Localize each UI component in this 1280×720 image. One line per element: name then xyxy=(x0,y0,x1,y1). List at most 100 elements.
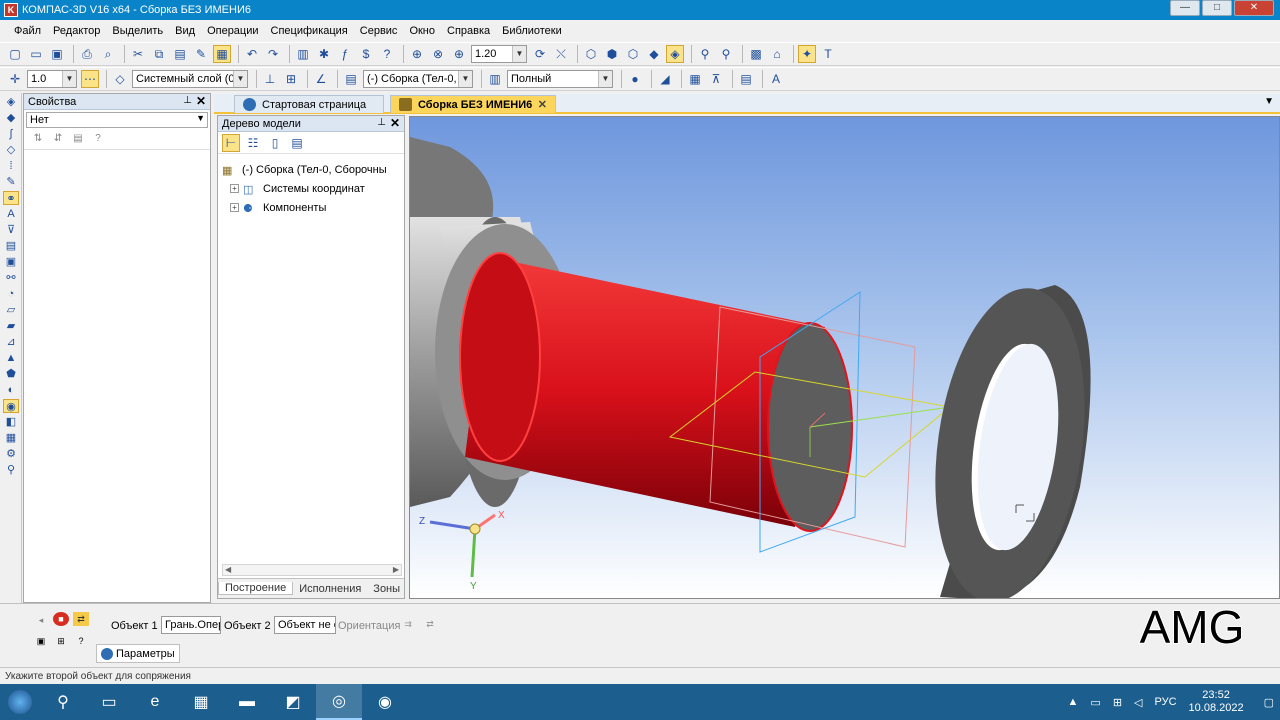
tab-zones[interactable]: Зоны xyxy=(367,583,406,595)
chevron-down-icon[interactable]: ▼ xyxy=(458,71,472,87)
params-tab[interactable]: Параметры xyxy=(96,644,180,663)
print-icon[interactable]: ⎙ xyxy=(78,45,96,63)
step-cursor-icon[interactable]: ✛ xyxy=(6,70,24,88)
assembly-mode-icon[interactable]: ✦ xyxy=(798,45,816,63)
edit-icon[interactable]: ⊿ xyxy=(3,335,19,349)
component-icon[interactable]: ◆ xyxy=(3,111,19,125)
spec-icon[interactable]: ▤ xyxy=(3,239,19,253)
task-view-icon[interactable]: ▭ xyxy=(86,684,132,720)
mirror-icon[interactable]: ▲ xyxy=(3,351,19,365)
wireframe-icon[interactable]: ⬡ xyxy=(582,45,600,63)
text-icon[interactable]: A xyxy=(767,70,785,88)
library-icon[interactable]: ✱ xyxy=(315,45,333,63)
tab-executions[interactable]: Исполнения xyxy=(293,583,367,595)
mates-active-icon[interactable]: ⚭ xyxy=(3,191,19,205)
chevron-down-icon[interactable]: ▼ xyxy=(62,71,76,87)
3d-scene[interactable]: X Y Z xyxy=(410,117,1280,599)
help-icon[interactable]: ? xyxy=(73,634,89,648)
edge-icon[interactable]: e xyxy=(132,684,178,720)
orientation-icon[interactable]: ⊞ xyxy=(282,70,300,88)
snap-icon[interactable]: ⋯ xyxy=(81,70,99,88)
orientation-same-icon[interactable]: ⇉ xyxy=(400,617,416,631)
help-pointer-icon[interactable]: ? xyxy=(378,45,396,63)
menu-view[interactable]: Вид xyxy=(175,25,195,37)
menu-operations[interactable]: Операции xyxy=(207,25,258,37)
camera-app-icon[interactable]: ◉ xyxy=(362,684,408,720)
maximize-button[interactable]: □ xyxy=(1202,0,1232,16)
network-icon[interactable]: ⊞ xyxy=(1113,696,1122,709)
halftone-edges-icon[interactable]: ◈ xyxy=(666,45,684,63)
edit-assembly-icon[interactable]: ◈ xyxy=(3,95,19,109)
zoom-fit-icon[interactable]: ⊗ xyxy=(429,45,447,63)
sort-icon[interactable]: ⇅ xyxy=(30,133,46,147)
save-icon[interactable]: ▣ xyxy=(48,45,66,63)
close-icon[interactable]: ✕ xyxy=(196,94,206,108)
sort-alpha-icon[interactable]: ⇵ xyxy=(50,133,66,147)
tree-item-components[interactable]: + ⚈ Компоненты xyxy=(222,198,400,217)
auto-create-icon[interactable]: ⇄ xyxy=(73,612,89,626)
properties-toggle-icon[interactable]: ▦ xyxy=(213,45,231,63)
layer-combo[interactable]: Системный слой (0) ▼ xyxy=(132,70,248,88)
manager-icon[interactable]: ▥ xyxy=(294,45,312,63)
orientation-opposite-icon[interactable]: ⇄ xyxy=(422,617,438,631)
fix-icon[interactable]: ▣ xyxy=(33,634,49,648)
help-icon[interactable]: ? xyxy=(90,133,106,147)
tab-assembly[interactable]: Сборка БЕЗ ИМЕНИ6 ✕ xyxy=(390,95,556,113)
close-tab-icon[interactable]: ✕ xyxy=(538,98,547,111)
menu-editor[interactable]: Редактор xyxy=(53,25,100,37)
tree-page-icon[interactable]: ▯ xyxy=(266,134,284,152)
clock[interactable]: 23:52 10.08.2022 xyxy=(1189,689,1244,715)
close-button[interactable]: ✕ xyxy=(1234,0,1274,16)
menu-specification[interactable]: Спецификация xyxy=(271,25,348,37)
tree-structure-icon[interactable]: ⊢ xyxy=(222,133,240,152)
volume-icon[interactable]: ◁ xyxy=(1134,696,1142,709)
search-icon[interactable]: ⚲ xyxy=(3,463,19,477)
step-combo[interactable]: 1.0 ▼ xyxy=(27,70,77,88)
red-cylinder[interactable] xyxy=(459,252,853,532)
object1-field[interactable]: Грань.Опер xyxy=(161,616,221,634)
grid-icon[interactable]: ▦ xyxy=(686,70,704,88)
washer[interactable] xyxy=(917,279,1104,599)
object2-field[interactable]: Объект не с xyxy=(274,616,336,634)
refresh-icon[interactable]: ⟳ xyxy=(531,45,549,63)
menu-libraries[interactable]: Библиотеки xyxy=(502,25,562,37)
menu-window[interactable]: Окно xyxy=(409,25,435,37)
menu-file[interactable]: Файл xyxy=(14,25,41,37)
tree-item-coordinate-systems[interactable]: + ◫ Системы координат xyxy=(222,179,400,198)
scroll-right-icon[interactable]: ▶ xyxy=(393,565,399,574)
menu-select[interactable]: Выделить xyxy=(112,25,163,37)
cut-icon[interactable]: ✂ xyxy=(129,45,147,63)
search-icon[interactable]: ⚲ xyxy=(40,684,86,720)
assembly-feature-icon[interactable]: ◉ xyxy=(3,399,19,413)
layer-icon[interactable]: ◇ xyxy=(111,70,129,88)
print-preview-icon[interactable]: ⌕ xyxy=(99,45,117,63)
filter-select-icon[interactable]: ⚲ xyxy=(717,45,735,63)
paste-icon[interactable]: ▤ xyxy=(171,45,189,63)
state-icon[interactable]: ▤ xyxy=(342,70,360,88)
sheet-metal-icon[interactable]: ▰ xyxy=(3,319,19,333)
table-icon[interactable]: ▤ xyxy=(737,70,755,88)
pin-icon[interactable]: ⊥ xyxy=(377,117,386,128)
store-icon[interactable]: ▦ xyxy=(178,684,224,720)
chevron-down-icon[interactable]: ▼ xyxy=(512,46,526,62)
measure-icon[interactable]: $ xyxy=(357,45,375,63)
measure-icon[interactable]: ⚯ xyxy=(3,271,19,285)
cube-icon[interactable]: ▩ xyxy=(747,45,765,63)
rotate-icon[interactable]: ⤬ xyxy=(552,45,570,63)
house-icon[interactable]: ⌂ xyxy=(768,45,786,63)
object-state-combo[interactable]: (-) Сборка (Тел-0, С ▼ xyxy=(363,70,473,88)
color-icon[interactable]: ● xyxy=(626,70,644,88)
kompas-active-icon[interactable]: ◎ xyxy=(316,684,362,720)
copy-icon[interactable]: ⧉ xyxy=(150,45,168,63)
filter-icon[interactable]: ⚲ xyxy=(696,45,714,63)
zoom-in-icon[interactable]: ⊕ xyxy=(450,45,468,63)
new-document-icon[interactable]: ▢ xyxy=(6,45,24,63)
chevron-down-icon[interactable]: ▼ xyxy=(233,71,247,87)
minimize-button[interactable]: — xyxy=(1170,0,1200,16)
menu-service[interactable]: Сервис xyxy=(360,25,398,37)
tree-view-icon[interactable]: ☷ xyxy=(244,134,262,152)
model-viewport[interactable]: X Y Z xyxy=(409,116,1280,599)
section-icon[interactable]: ◧ xyxy=(3,415,19,429)
tabs-menu-icon[interactable]: ▼ xyxy=(1264,96,1274,107)
fillet-icon[interactable]: ◐ xyxy=(3,383,19,397)
